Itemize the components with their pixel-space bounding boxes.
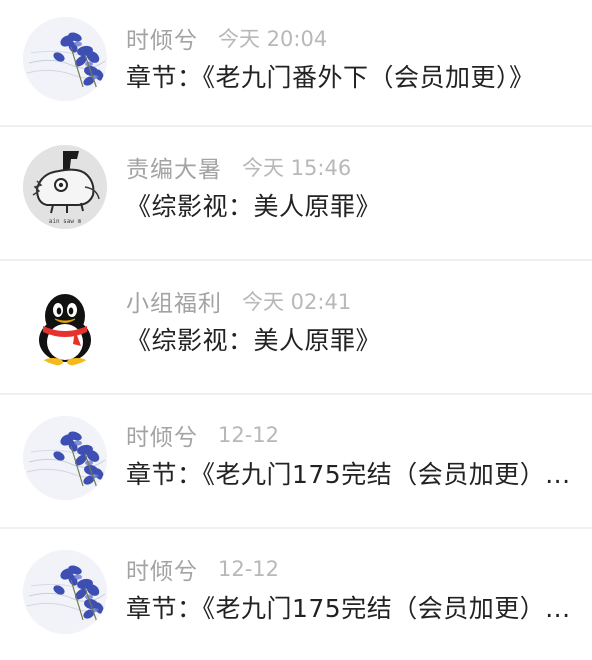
message-time: 今天 02:41 [242, 290, 352, 314]
svg-text:ain saw m: ain saw m [49, 218, 82, 225]
sender-name: 责编大暑 [126, 157, 222, 183]
message-list: 时倾兮 今天 20:04 章节：《老九门番外下（会员加更）》 ain saw m… [0, 0, 592, 660]
message-preview: 章节：《老九门番外下（会员加更）》 [126, 63, 535, 92]
message-meta: 责编大暑 今天 15:46 [126, 149, 351, 185]
message-time: 今天 15:46 [242, 156, 352, 180]
message-item[interactable]: 时倾兮 今天 20:04 章节：《老九门番外下（会员加更）》 [0, 0, 592, 127]
flower-avatar-icon[interactable] [23, 17, 107, 101]
message-meta: 小组福利 今天 02:41 [126, 283, 351, 319]
sender-name: 时倾兮 [126, 425, 198, 451]
flower-avatar-icon[interactable] [23, 416, 107, 500]
message-preview: 章节：《老九门175完结（会员加更）... [126, 460, 571, 489]
sender-name: 小组福利 [126, 291, 222, 317]
message-preview: 《综影视：美人原罪》 [126, 192, 382, 221]
message-time: 12-12 [218, 557, 280, 581]
message-time: 12-12 [218, 423, 280, 447]
message-preview: 章节：《老九门175完结（会员加更）... [126, 594, 571, 623]
message-time: 今天 20:04 [218, 27, 328, 51]
message-preview: 《综影视：美人原罪》 [126, 326, 382, 355]
message-item[interactable]: 小组福利 今天 02:41 《综影视：美人原罪》 [0, 261, 592, 395]
sender-name: 时倾兮 [126, 559, 198, 585]
message-item[interactable]: ain saw m 责编大暑 今天 15:46 《综影视：美人原罪》 [0, 127, 592, 261]
sketch-avatar-icon[interactable]: ain saw m [23, 145, 107, 229]
message-item[interactable]: 时倾兮 12-12 章节：《老九门175完结（会员加更）... [0, 395, 592, 529]
message-meta: 时倾兮 今天 20:04 [126, 20, 327, 56]
message-meta: 时倾兮 12-12 [126, 551, 279, 587]
message-item[interactable]: 时倾兮 12-12 章节：《老九门175完结（会员加更）... [0, 529, 592, 660]
flower-avatar-icon[interactable] [23, 550, 107, 634]
penguin-avatar-icon[interactable] [23, 282, 107, 366]
sender-name: 时倾兮 [126, 28, 198, 54]
message-meta: 时倾兮 12-12 [126, 417, 279, 453]
